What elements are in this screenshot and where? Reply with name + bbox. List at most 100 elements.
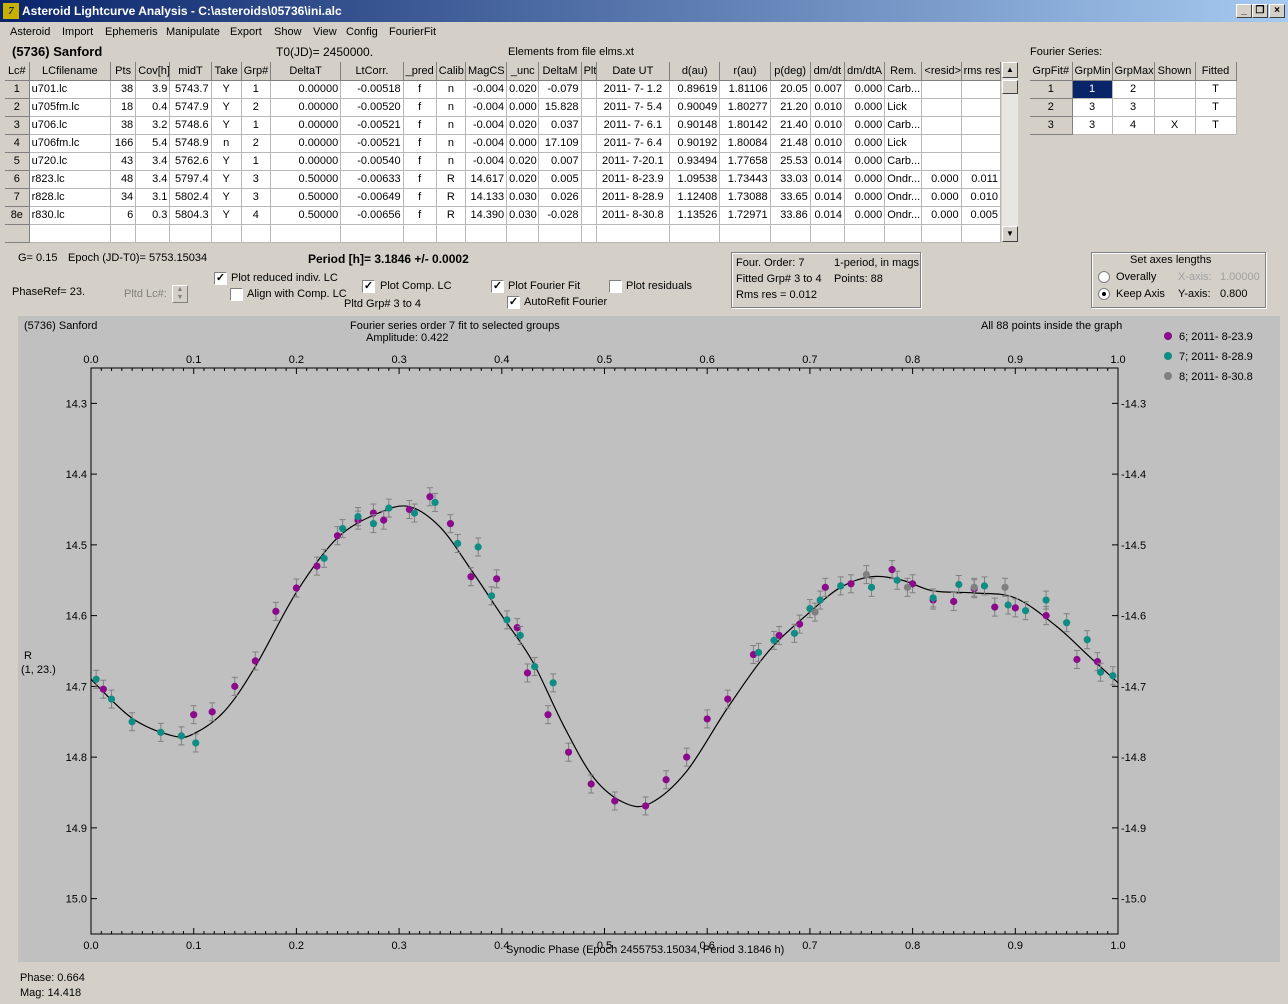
data-marker[interactable]	[980, 582, 989, 590]
data-marker[interactable]	[888, 566, 896, 574]
data-marker[interactable]	[1109, 672, 1117, 680]
table-cell[interactable]: 0.020	[506, 152, 540, 171]
data-marker[interactable]	[467, 573, 475, 581]
table-cell[interactable]: Carb...	[884, 116, 923, 135]
data-marker[interactable]	[313, 562, 321, 570]
table-cell[interactable]: n	[436, 134, 466, 153]
table-cell[interactable]: n	[436, 80, 466, 99]
table-cell[interactable]: 14.617	[465, 170, 508, 189]
data-marker[interactable]	[955, 580, 963, 589]
table-cell[interactable]: 1	[1030, 80, 1073, 99]
table-cell[interactable]: 2011- 8-23.9	[596, 170, 671, 189]
close-button[interactable]: ×	[1269, 4, 1285, 18]
data-marker[interactable]	[92, 675, 100, 683]
table-cell[interactable]: 20.05	[770, 80, 811, 99]
data-marker[interactable]	[1042, 612, 1050, 620]
data-marker[interactable]	[272, 607, 280, 615]
table-cell[interactable]: 0.014	[810, 170, 845, 189]
table-cell[interactable]: 0.50000	[270, 188, 342, 207]
data-marker[interactable]	[847, 580, 855, 588]
data-marker[interactable]	[474, 543, 482, 551]
table-cell[interactable]: T	[1195, 116, 1237, 135]
table-cell[interactable]: 4	[5, 134, 30, 153]
menu-fourierfit[interactable]: FourierFit	[389, 26, 436, 38]
table-cell[interactable]: 1	[5, 80, 30, 99]
table-cell[interactable]: 0.007	[538, 152, 582, 171]
table-cell[interactable]: 0.000	[921, 206, 962, 225]
column-header[interactable]: dm/dt	[810, 62, 845, 81]
table-cell[interactable]	[1154, 98, 1196, 117]
table-cell[interactable]: 4	[241, 206, 271, 225]
column-header[interactable]: Shown	[1154, 62, 1196, 81]
data-marker[interactable]	[821, 583, 829, 591]
table-cell[interactable]: 2011- 7- 6.4	[596, 134, 671, 153]
table-cell[interactable]	[921, 224, 962, 243]
column-header[interactable]: _pred	[403, 62, 437, 81]
table-cell[interactable]: 17.109	[538, 134, 582, 153]
table-cell[interactable]: r828.lc	[29, 188, 112, 207]
table-cell[interactable]: 34	[110, 188, 137, 207]
table-cell[interactable]	[211, 224, 242, 243]
table-cell[interactable]: 3.2	[135, 116, 171, 135]
menu-ephemeris[interactable]: Ephemeris	[105, 26, 158, 38]
data-marker[interactable]	[867, 583, 876, 591]
overally-radio[interactable]	[1098, 271, 1110, 283]
column-header[interactable]: Cov[h]	[135, 62, 171, 81]
table-cell[interactable]: 0.037	[538, 116, 582, 135]
data-marker[interactable]	[903, 583, 912, 591]
table-cell[interactable]: 2	[241, 98, 271, 117]
column-header[interactable]: Date UT	[596, 62, 671, 81]
table-cell[interactable]	[581, 188, 597, 207]
table-cell[interactable]: f	[403, 116, 437, 135]
data-marker[interactable]	[292, 584, 300, 592]
scroll-thumb[interactable]	[1002, 80, 1018, 94]
menu-export[interactable]: Export	[230, 26, 262, 38]
table-cell[interactable]: 0.000	[844, 206, 886, 225]
table-cell[interactable]: 21.40	[770, 116, 811, 135]
table-cell[interactable]: 1.77658	[719, 152, 771, 171]
plot-fourier-checkbox[interactable]: ✓	[491, 280, 504, 293]
table-cell[interactable]: 0.000	[844, 134, 886, 153]
table-row[interactable]: 8e r830.lc 6 0.3 5804.3 Y 4 0.50000 -0.00656 f R 14…	[5, 206, 1002, 225]
table-cell[interactable]: 2	[5, 98, 30, 117]
data-marker[interactable]	[454, 539, 462, 548]
data-marker[interactable]	[190, 711, 198, 719]
table-cell[interactable]: T	[1195, 80, 1237, 99]
table-cell[interactable]: 0.014	[810, 152, 845, 171]
data-marker[interactable]	[320, 554, 328, 562]
data-marker[interactable]	[1001, 583, 1009, 591]
column-header[interactable]: GrpFit#	[1030, 62, 1073, 81]
table-cell[interactable]: Carb...	[884, 80, 923, 99]
table-cell[interactable]: 0.000	[506, 134, 540, 153]
table-cell[interactable]	[465, 224, 508, 243]
table-cell[interactable]: X	[1154, 116, 1196, 135]
table-cell[interactable]: 5797.4	[169, 170, 212, 189]
column-header[interactable]: LCfilename	[29, 62, 112, 81]
table-cell[interactable]: 1.80084	[719, 134, 771, 153]
table-cell[interactable]: 33.65	[770, 188, 811, 207]
table-cell[interactable]: Y	[211, 152, 242, 171]
data-marker[interactable]	[950, 597, 958, 606]
table-cell[interactable]: -0.00518	[340, 80, 404, 99]
data-marker[interactable]	[770, 636, 778, 644]
table-cell[interactable]: 38	[110, 80, 137, 99]
table-cell[interactable]: 5762.6	[169, 152, 212, 171]
table-cell[interactable]: 1.12408	[669, 188, 721, 207]
menu-asteroid[interactable]: Asteroid	[10, 26, 50, 38]
column-header[interactable]: GrpMin	[1072, 62, 1113, 81]
table-cell[interactable]: -0.00633	[340, 170, 404, 189]
table-cell[interactable]: -0.00649	[340, 188, 404, 207]
table-cell[interactable]: 0.014	[810, 206, 845, 225]
data-marker[interactable]	[1093, 658, 1102, 666]
table-row-empty[interactable]	[5, 224, 1002, 243]
table-cell[interactable]: 15.828	[538, 98, 582, 117]
table-cell[interactable]: 8e	[5, 206, 30, 225]
menu-show[interactable]: Show	[274, 26, 302, 38]
table-cell[interactable]: 0.000	[921, 170, 962, 189]
table-cell[interactable]: 0.000	[921, 188, 962, 207]
menu-view[interactable]: View	[313, 26, 337, 38]
data-marker[interactable]	[837, 582, 845, 590]
data-marker[interactable]	[369, 520, 378, 528]
data-marker[interactable]	[587, 780, 595, 788]
table-row[interactable]: 2 u705fm.lc 18 0.4 5747.9 Y 2 0.00000 -0.00520 f n…	[5, 98, 1002, 117]
